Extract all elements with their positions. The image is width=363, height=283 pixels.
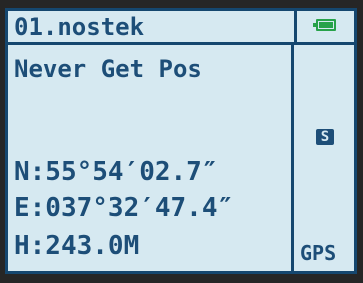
battery-terminal (313, 23, 316, 27)
battery-panel (294, 11, 354, 42)
battery-level-fill (319, 22, 333, 28)
mode-badge: S (316, 129, 334, 145)
height-readout: H:243.0M (14, 231, 140, 261)
side-panel: S GPS (291, 45, 354, 271)
device-name: 01.nostek (14, 13, 145, 41)
longitude-readout: E:037°32′47.4″ (14, 193, 234, 223)
lcd-screen: 01.nostek Never Get Pos N:55°54′02.7″ E:… (5, 8, 357, 274)
screen-header: 01.nostek (8, 11, 354, 45)
gps-source-label: GPS (300, 241, 337, 265)
latitude-readout: N:55°54′02.7″ (14, 157, 218, 187)
position-panel: Never Get Pos N:55°54′02.7″ E:037°32′47.… (8, 45, 291, 271)
battery-icon (313, 19, 336, 31)
position-status: Never Get Pos (14, 55, 202, 83)
